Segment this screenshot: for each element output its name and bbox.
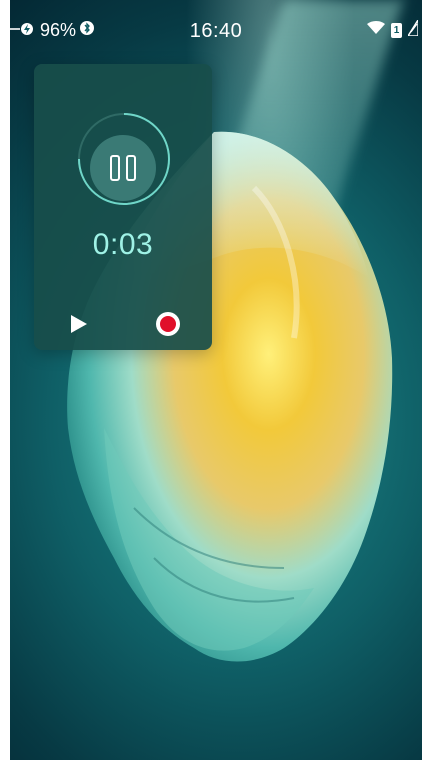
wifi-icon <box>367 21 385 40</box>
play-button[interactable] <box>62 308 94 340</box>
phone-screen: 96% 16:40 1 0:03 <box>10 0 422 760</box>
pause-icon <box>110 155 136 181</box>
record-button[interactable] <box>152 308 184 340</box>
signal-icon <box>406 17 419 41</box>
status-time: 16:40 <box>189 20 243 42</box>
sim-icon: 1 <box>391 23 402 38</box>
recorder-widget[interactable]: 0:03 <box>34 64 212 350</box>
elapsed-timer: 0:03 <box>92 228 154 261</box>
status-bar: 96% 16:40 1 <box>10 0 422 44</box>
record-icon <box>156 312 180 336</box>
play-icon <box>71 315 87 333</box>
status-right-group: 1 <box>367 17 419 41</box>
pause-button[interactable] <box>90 135 156 201</box>
